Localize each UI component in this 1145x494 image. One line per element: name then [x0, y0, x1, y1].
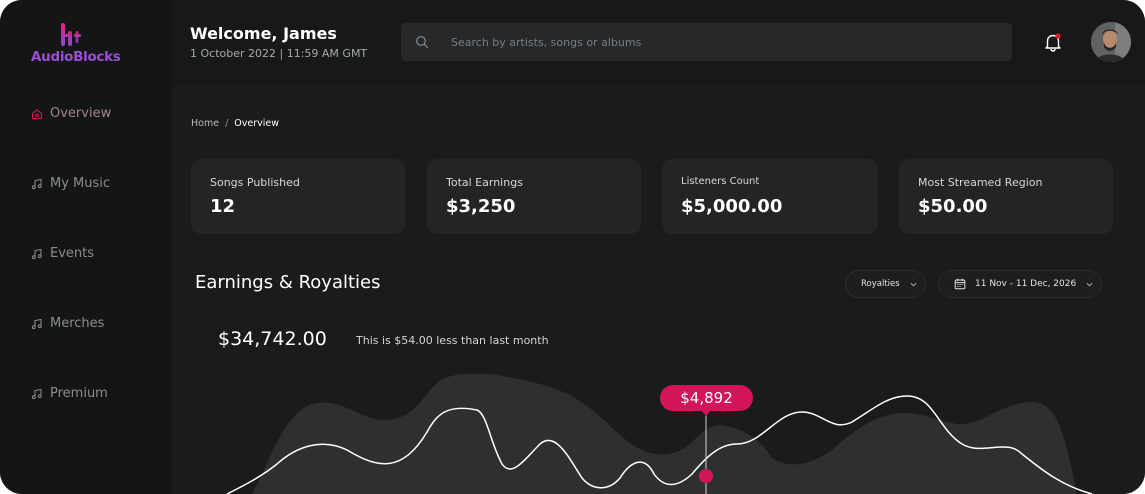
top-header: Welcome, James 1 October 2022 | 11:59 AM… [172, 0, 1145, 84]
avatar-photo-icon [1091, 22, 1131, 62]
stat-value: $5,000.00 [681, 196, 783, 217]
calendar-icon [954, 278, 966, 290]
stat-value: $50.00 [918, 196, 988, 217]
search-icon [416, 36, 429, 49]
home-icon [31, 108, 43, 119]
main-content: Home / Overview Songs Published 12 Total E… [172, 84, 1145, 494]
sidebar-item-my-music[interactable]: My Music [31, 176, 110, 191]
breadcrumb-home[interactable]: Home [191, 118, 219, 129]
stat-card-listeners-count[interactable]: Listeners Count $5,000.00 [662, 159, 878, 234]
music-note-icon [31, 248, 42, 259]
search-input[interactable] [451, 23, 991, 61]
chart-tooltip-value: $4,892 [680, 389, 733, 407]
earnings-total: $34,742.00 [218, 328, 327, 350]
earnings-section-title: Earnings & Royalties [195, 272, 381, 293]
chart-tooltip: $4,892 [660, 385, 753, 416]
chevron-down-icon [1086, 282, 1093, 287]
stat-label: Songs Published [210, 176, 300, 189]
audioblocks-logo-icon [61, 23, 81, 46]
sidebar-item-overview[interactable]: Overview [31, 106, 111, 121]
notification-dot [1055, 33, 1061, 39]
breadcrumb-separator: / [225, 118, 229, 129]
bell-icon[interactable] [1041, 30, 1065, 54]
stat-card-songs-published[interactable]: Songs Published 12 [191, 159, 405, 234]
stat-label: Listeners Count [681, 176, 760, 187]
sidebar-item-label: My Music [50, 176, 111, 191]
royalties-filter-dropdown[interactable]: Royalties [845, 270, 926, 298]
brand-logo[interactable]: AudioBlocks [31, 22, 121, 68]
breadcrumb-current: Overview [234, 118, 279, 129]
sidebar: AudioBlocks Overview My Music Events Mer… [0, 0, 172, 494]
sidebar-item-label: Premium [50, 386, 108, 401]
app-frame: AudioBlocks Overview My Music Events Mer… [0, 0, 1145, 494]
brand-name: AudioBlocks [31, 49, 121, 65]
stat-label: Total Earnings [446, 176, 523, 189]
stat-card-total-earnings[interactable]: Total Earnings $3,250 [427, 159, 641, 234]
sidebar-item-label: Overview [50, 106, 112, 121]
stat-card-most-streamed-region[interactable]: Most Streamed Region $50.00 [899, 159, 1113, 234]
chart-hover-point[interactable] [699, 469, 713, 483]
search-bar[interactable] [401, 23, 1012, 61]
music-note-icon [31, 318, 42, 329]
breadcrumb: Home / Overview [191, 118, 279, 129]
sidebar-item-events[interactable]: Events [31, 246, 94, 261]
sidebar-item-label: Events [50, 246, 95, 261]
stat-value: $3,250 [446, 196, 516, 217]
tooltip-pointer-icon [701, 410, 711, 416]
music-note-icon [31, 178, 42, 189]
user-avatar[interactable] [1091, 22, 1131, 62]
chevron-down-icon [910, 282, 917, 287]
stat-label: Most Streamed Region [918, 176, 1043, 189]
sidebar-item-merches[interactable]: Merches [31, 316, 104, 331]
music-note-icon [31, 388, 42, 399]
earnings-chart[interactable] [172, 374, 1145, 494]
current-datetime: 1 October 2022 | 11:59 AM GMT [190, 47, 368, 60]
date-range-value: 11 Nov - 11 Dec, 2026 [975, 279, 1077, 289]
date-range-picker[interactable]: 11 Nov - 11 Dec, 2026 [938, 270, 1102, 298]
sidebar-item-label: Merches [50, 316, 105, 331]
earnings-comparison: This is $54.00 less than last month [356, 334, 549, 347]
sidebar-item-premium[interactable]: Premium [31, 386, 108, 401]
welcome-title: Welcome, James [190, 24, 337, 43]
filter-selected-value: Royalties [861, 279, 900, 289]
stat-value: 12 [210, 196, 236, 217]
